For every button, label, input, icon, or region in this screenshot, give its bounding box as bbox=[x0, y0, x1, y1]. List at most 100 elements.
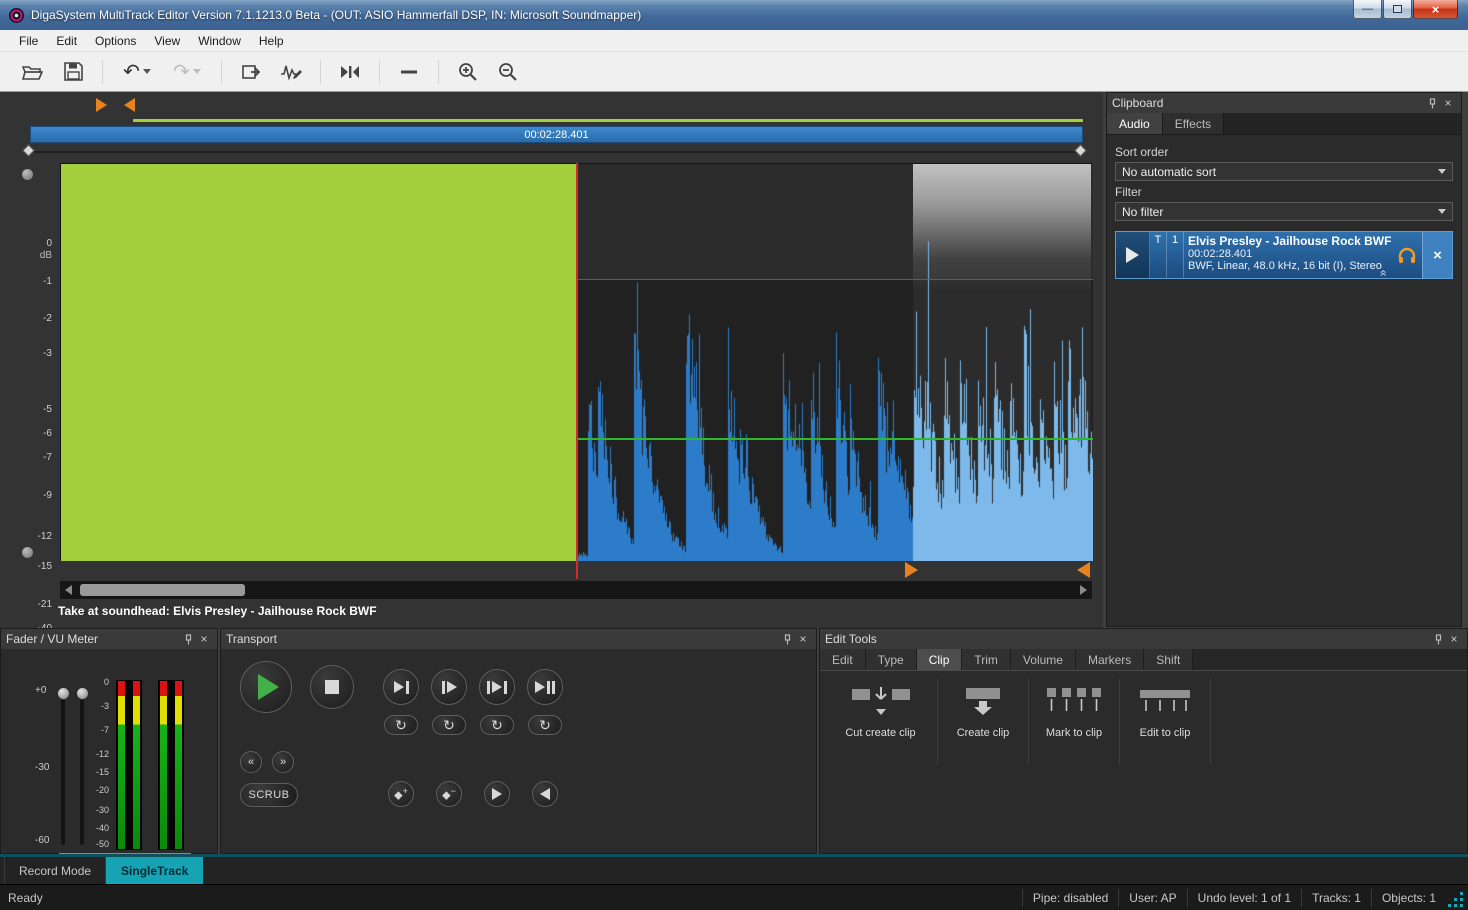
step-forward-button[interactable]: » bbox=[272, 751, 294, 773]
scrub-button[interactable]: SCRUB bbox=[240, 783, 298, 807]
fader-header[interactable]: Fader / VU Meter × bbox=[1, 629, 217, 649]
item-remove-button[interactable]: × bbox=[1422, 232, 1452, 278]
clip-block-green[interactable] bbox=[61, 164, 578, 561]
loop-play-from-button[interactable]: ↻ bbox=[432, 715, 466, 735]
insert-take-button[interactable] bbox=[234, 57, 268, 87]
scrollbar-track[interactable] bbox=[77, 581, 1075, 599]
threshold-line-red[interactable] bbox=[578, 279, 1093, 280]
resize-grip-icon[interactable] bbox=[1446, 890, 1466, 910]
selection-start-marker-icon[interactable] bbox=[905, 562, 918, 578]
menu-window[interactable]: Window bbox=[189, 30, 250, 51]
menu-view[interactable]: View bbox=[145, 30, 189, 51]
loop-play-to-button[interactable]: ↻ bbox=[384, 715, 418, 735]
fader-thumb-left[interactable] bbox=[57, 687, 70, 700]
tab-clip[interactable]: Clip bbox=[917, 649, 963, 670]
tab-effects[interactable]: Effects bbox=[1163, 113, 1224, 134]
close-panel-icon[interactable]: × bbox=[196, 631, 212, 647]
add-marker-button[interactable]: ◆+ bbox=[388, 781, 414, 807]
mark-to-clip-button[interactable]: Mark to clip bbox=[1029, 679, 1120, 765]
close-panel-icon[interactable]: × bbox=[1446, 631, 1462, 647]
zoom-in-button[interactable] bbox=[451, 57, 485, 87]
tab-markers[interactable]: Markers bbox=[1076, 649, 1144, 670]
cut-create-clip-button[interactable]: Cut create clip bbox=[824, 679, 938, 765]
minimize-button[interactable]: — bbox=[1353, 0, 1382, 19]
edit-tools-header[interactable]: Edit Tools × bbox=[820, 629, 1467, 649]
gain-node-handle-bottom-icon[interactable] bbox=[21, 546, 34, 559]
remove-marker-button[interactable]: ◆− bbox=[436, 781, 462, 807]
gain-envelope-line-green[interactable] bbox=[578, 438, 1093, 440]
create-clip-button[interactable]: Create clip bbox=[938, 679, 1029, 765]
clipboard-item[interactable]: T 1 Elvis Presley - Jailhouse Rock BWF 0… bbox=[1115, 231, 1453, 279]
item-monitor-button[interactable] bbox=[1392, 232, 1422, 278]
minus-button[interactable] bbox=[392, 57, 426, 87]
pin-icon[interactable] bbox=[180, 631, 196, 647]
pin-icon[interactable] bbox=[1424, 95, 1440, 111]
horizontal-scrollbar[interactable] bbox=[60, 581, 1092, 599]
close-panel-icon[interactable]: × bbox=[1440, 95, 1456, 111]
undo-dropdown-chevron-icon[interactable] bbox=[143, 69, 151, 74]
tab-trim[interactable]: Trim bbox=[962, 649, 1011, 670]
play-between-marks-button[interactable] bbox=[479, 669, 515, 705]
overview-in-marker-icon[interactable] bbox=[96, 98, 107, 112]
pin-icon[interactable] bbox=[779, 631, 795, 647]
loop-play-over-button[interactable]: ↻ bbox=[528, 715, 562, 735]
open-button[interactable] bbox=[16, 57, 50, 87]
playhead-cursor[interactable] bbox=[576, 163, 578, 579]
menu-file[interactable]: File bbox=[10, 30, 47, 51]
scroll-left-button[interactable] bbox=[60, 581, 77, 599]
tab-shift[interactable]: Shift bbox=[1144, 649, 1193, 670]
sort-order-select[interactable]: No automatic sort bbox=[1115, 162, 1453, 181]
transport-header[interactable]: Transport × bbox=[221, 629, 816, 649]
menu-help[interactable]: Help bbox=[250, 30, 293, 51]
range-handle-left-icon[interactable] bbox=[22, 144, 35, 157]
filter-select[interactable]: No filter bbox=[1115, 202, 1453, 221]
item-play-button[interactable] bbox=[1116, 232, 1150, 278]
fader-track-right[interactable] bbox=[80, 693, 84, 845]
range-handle-right-icon[interactable] bbox=[1074, 144, 1087, 157]
clipboard-body: Sort order No automatic sort Filter No f… bbox=[1107, 135, 1461, 285]
vu-tick: 0 bbox=[104, 677, 109, 687]
overview-position-bar[interactable]: 00:02:28.401 bbox=[30, 126, 1083, 143]
waveform-region[interactable] bbox=[578, 164, 1093, 561]
pin-icon[interactable] bbox=[1430, 631, 1446, 647]
gain-node-handle-top-icon[interactable] bbox=[21, 168, 34, 181]
waveform-canvas[interactable] bbox=[578, 164, 1093, 561]
undo-button[interactable]: ↶ bbox=[115, 57, 159, 87]
tab-singletrack[interactable]: SingleTrack bbox=[106, 857, 203, 884]
tab-record-mode[interactable]: Record Mode bbox=[4, 857, 106, 884]
close-button[interactable]: × bbox=[1413, 0, 1458, 19]
app-icon[interactable] bbox=[8, 7, 25, 24]
fader-thumb-right[interactable] bbox=[76, 687, 89, 700]
save-button[interactable] bbox=[56, 57, 90, 87]
scrollbar-thumb[interactable] bbox=[80, 584, 245, 596]
stop-button[interactable] bbox=[310, 665, 354, 709]
overview-out-marker-icon[interactable] bbox=[124, 98, 135, 112]
close-panel-icon[interactable]: × bbox=[795, 631, 811, 647]
tab-volume[interactable]: Volume bbox=[1011, 649, 1076, 670]
title-bar[interactable]: DigaSystem MultiTrack Editor Version 7.1… bbox=[0, 0, 1468, 30]
waveform-edit-button[interactable] bbox=[274, 57, 308, 87]
clipboard-header[interactable]: Clipboard × bbox=[1107, 93, 1461, 113]
selection-end-marker-icon[interactable] bbox=[1077, 562, 1090, 578]
item-collapse-chevron-icon[interactable]: » bbox=[1376, 270, 1390, 277]
step-back-button[interactable]: « bbox=[240, 751, 262, 773]
redo-button[interactable]: ↷ bbox=[165, 57, 209, 87]
skip-to-marker-button[interactable] bbox=[333, 57, 367, 87]
tab-type[interactable]: Type bbox=[866, 649, 917, 670]
tab-audio[interactable]: Audio bbox=[1107, 113, 1163, 134]
scroll-right-button[interactable] bbox=[1075, 581, 1092, 599]
fader-track-left[interactable] bbox=[61, 693, 65, 845]
zoom-out-button[interactable] bbox=[491, 57, 525, 87]
tab-edit[interactable]: Edit bbox=[820, 649, 866, 670]
loop-play-between-button[interactable]: ↻ bbox=[480, 715, 514, 735]
play-over-mark-button[interactable] bbox=[527, 669, 563, 705]
edit-to-clip-button[interactable]: Edit to clip bbox=[1120, 679, 1211, 765]
play-from-mark-button[interactable] bbox=[431, 669, 467, 705]
preview-backward-button[interactable] bbox=[532, 781, 558, 807]
menu-options[interactable]: Options bbox=[86, 30, 145, 51]
play-to-mark-button[interactable] bbox=[383, 669, 419, 705]
menu-edit[interactable]: Edit bbox=[47, 30, 86, 51]
maximize-button[interactable] bbox=[1383, 0, 1412, 19]
preview-forward-button[interactable] bbox=[484, 781, 510, 807]
play-button[interactable] bbox=[240, 661, 292, 713]
